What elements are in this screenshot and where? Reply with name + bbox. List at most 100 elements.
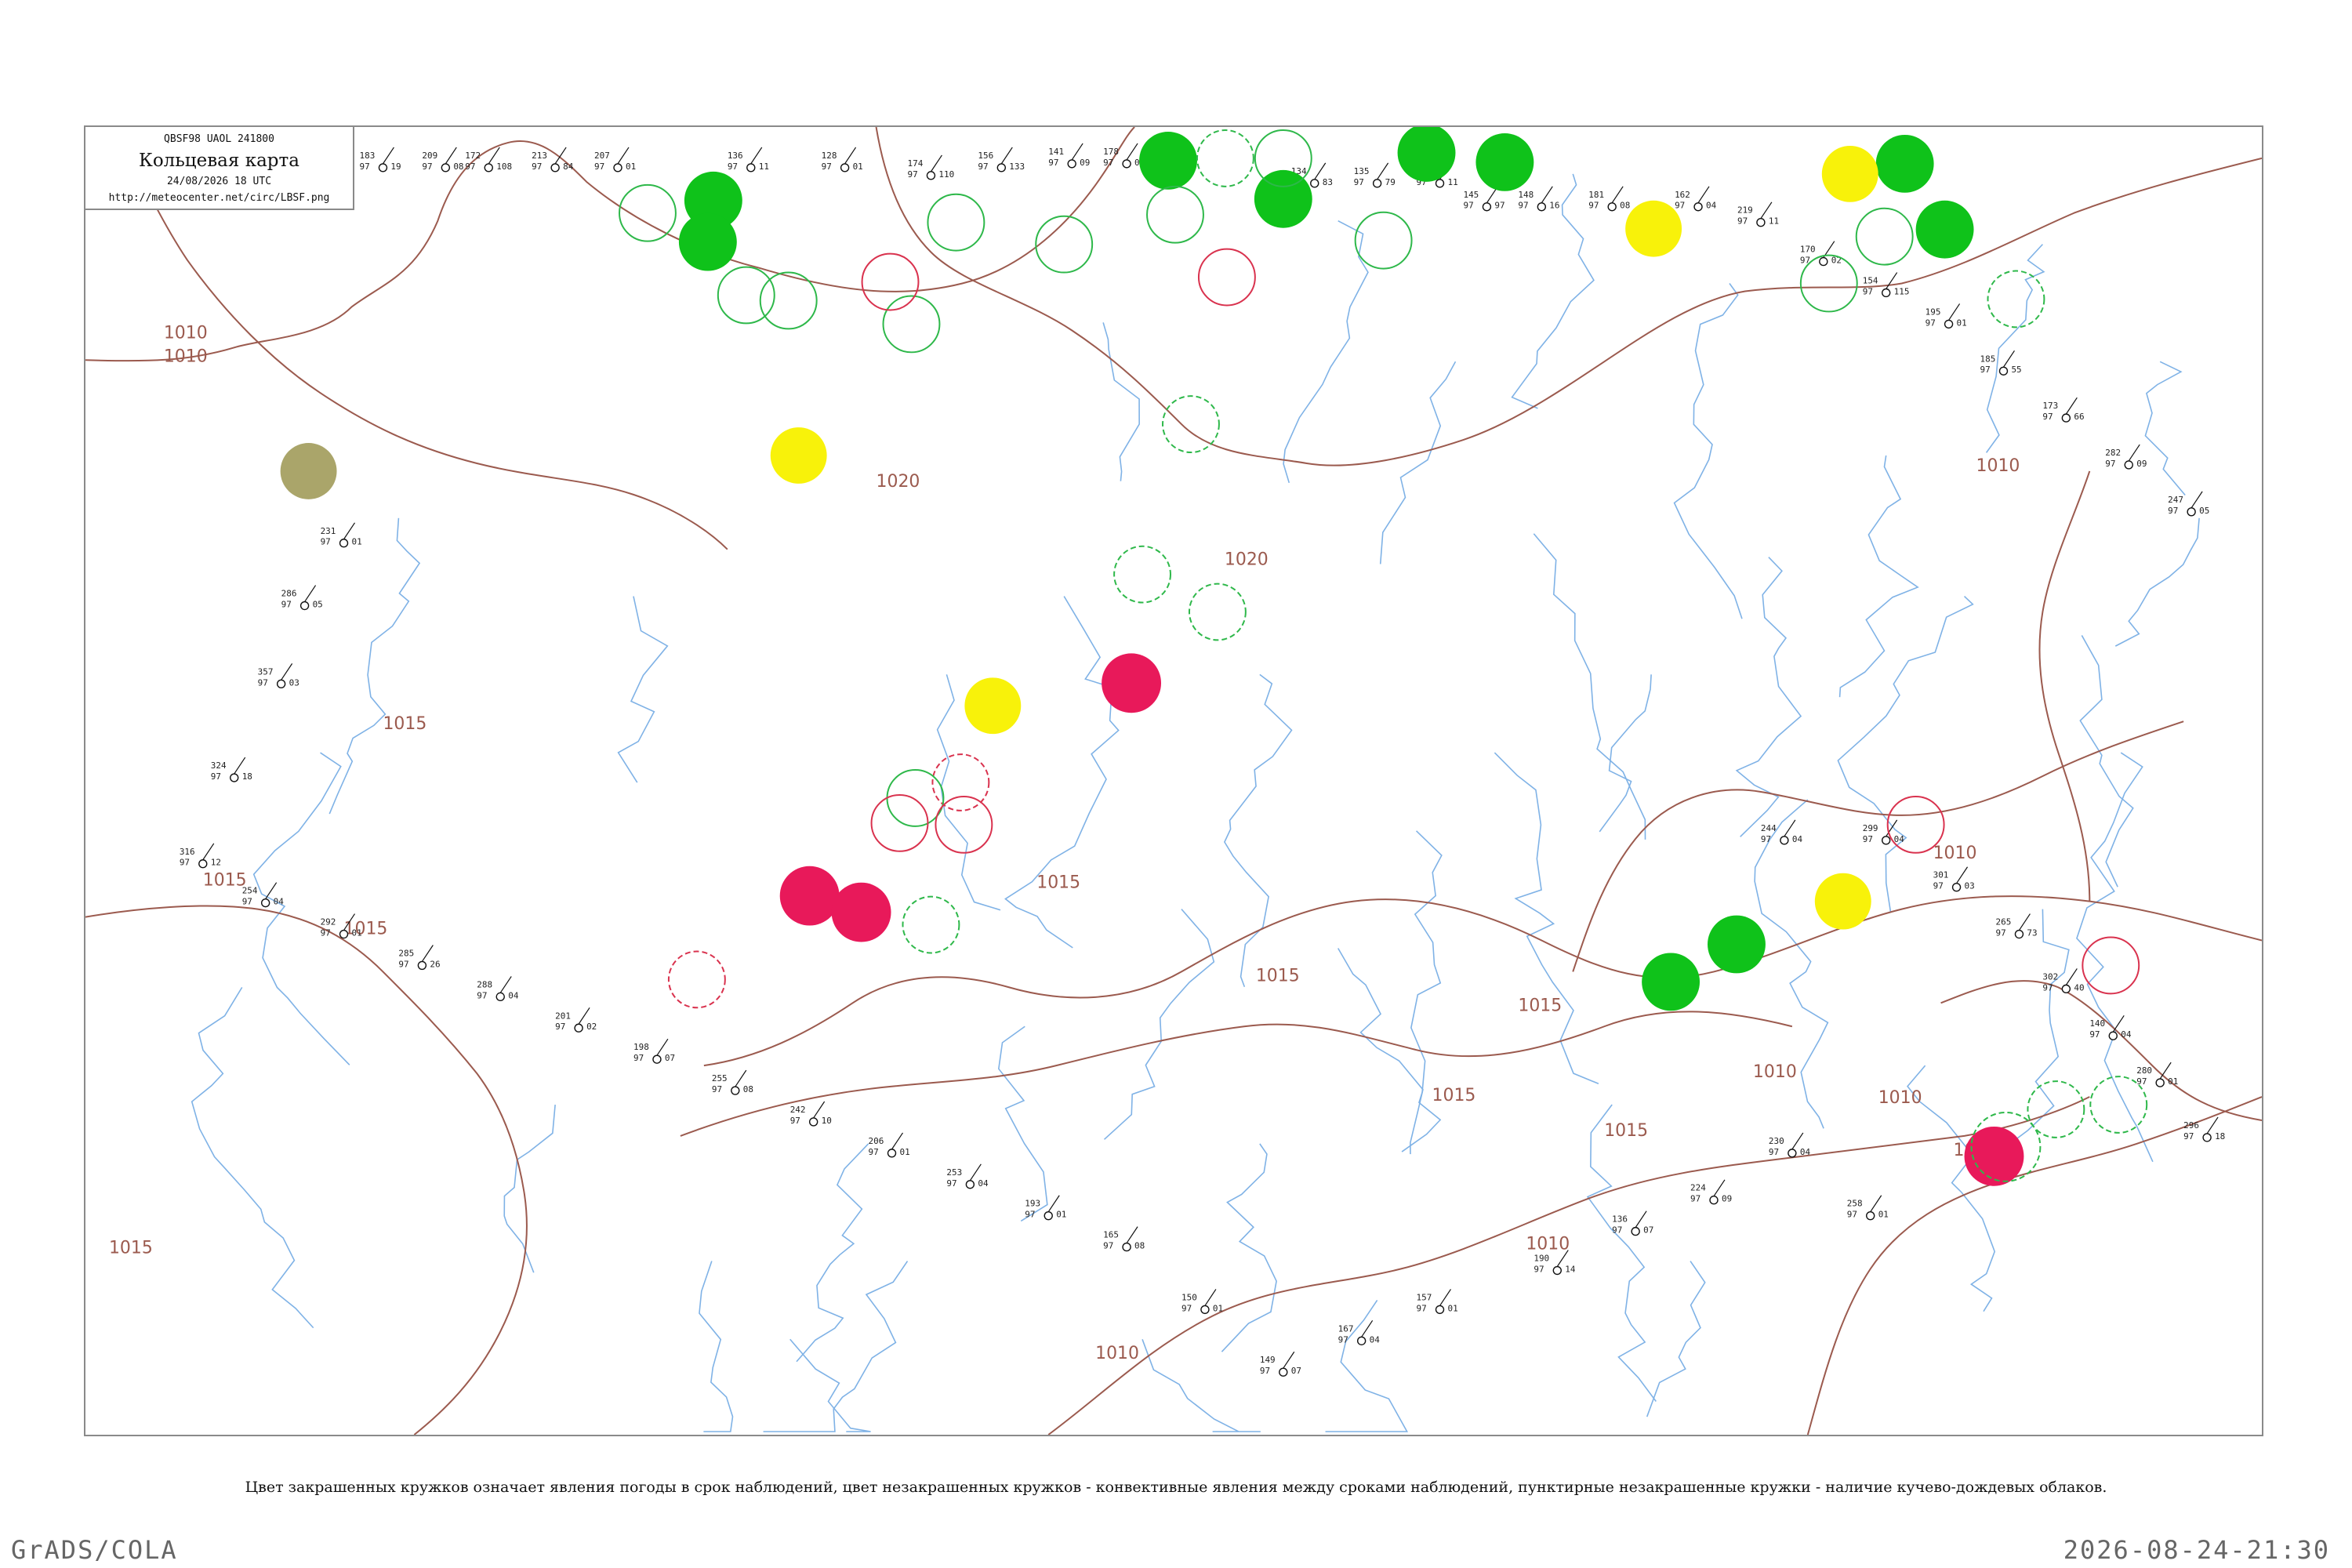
station-tendency: 08 <box>453 162 463 172</box>
station-temp: 219 <box>1737 205 1753 216</box>
station-circle <box>926 171 936 180</box>
isobar-label: 1010 <box>1976 456 2020 476</box>
station-circle <box>652 1054 662 1064</box>
station-circle <box>1435 179 1445 188</box>
station-code: 97 <box>1612 1225 1622 1236</box>
station-plots: 18397 1920997 0817297 10821397 8420797 011369… <box>180 143 2225 1377</box>
station-circle <box>746 163 756 172</box>
river-line <box>1838 455 1919 698</box>
convective-ring <box>1035 215 1094 274</box>
station-plot: 19597 01 <box>1926 303 1967 329</box>
station-plot: 24297 10 <box>790 1101 832 1127</box>
station-code: 97 <box>1103 1241 1113 1251</box>
station-code: 97 <box>1737 216 1748 227</box>
station-code: 97 <box>477 990 487 1000</box>
filled-weather-circle <box>1875 134 1934 193</box>
river-line <box>1103 909 1215 1140</box>
station-code: 97 <box>946 1178 956 1189</box>
station-tendency: 04 <box>1894 834 1905 844</box>
river-line <box>617 596 669 783</box>
station-tendency: 01 <box>352 537 362 547</box>
station-code: 97 <box>712 1084 722 1094</box>
station-circle <box>887 1149 897 1158</box>
station-code: 97 <box>907 169 917 180</box>
isobar-label: 1015 <box>1036 873 1080 893</box>
station-plot: 24797 05 <box>2168 491 2209 517</box>
isobar-label: 1010 <box>164 323 208 343</box>
station-circle <box>1067 159 1076 169</box>
station-temp: 170 <box>1800 245 1816 255</box>
station-temp: 207 <box>594 151 610 161</box>
station-circle <box>1552 1265 1562 1276</box>
station-plot: 13697 11 <box>728 147 769 172</box>
isobar-label: 1015 <box>1256 966 1300 985</box>
station-code: 97 <box>1338 1334 1348 1345</box>
river-line <box>503 1104 556 1273</box>
station-code: 97 <box>2183 1131 2194 1142</box>
station-plot: 25597 08 <box>712 1069 753 1095</box>
legend-footnote: Цвет закрашенных кружков означает явлени… <box>245 1479 2107 1496</box>
isobar-line <box>1940 980 2262 1121</box>
station-temp: 195 <box>1926 307 1941 317</box>
station-temp: 174 <box>907 158 923 169</box>
isobar-label: 1010 <box>1753 1062 1797 1082</box>
station-code: 97 <box>2168 506 2178 516</box>
station-circle <box>378 163 388 172</box>
station-tendency: 01 <box>1878 1210 1889 1220</box>
station-code: 97 <box>1518 201 1528 211</box>
station-circle <box>613 163 622 172</box>
station-plot: 15097 01 <box>1181 1289 1223 1315</box>
station-temp: 296 <box>2183 1120 2199 1131</box>
river-line <box>1735 557 1802 837</box>
station-circle <box>1044 1210 1053 1221</box>
station-circle <box>2155 1078 2165 1087</box>
convective-ring <box>717 266 775 325</box>
station-plot: 31697 12 <box>180 843 221 869</box>
station-tendency: 04 <box>508 990 519 1000</box>
station-code: 97 <box>1933 881 1944 891</box>
station-temp: 282 <box>2105 448 2121 458</box>
station-temp: 154 <box>1863 276 1878 286</box>
station-temp: 265 <box>1995 917 2011 927</box>
station-circle <box>1537 202 1547 212</box>
convective-ring <box>1197 248 1256 307</box>
convective-ring <box>1146 185 1204 244</box>
station-code: 97 <box>465 162 475 172</box>
river-line <box>1379 361 1457 564</box>
river-line <box>2079 635 2134 887</box>
station-code: 97 <box>242 897 252 907</box>
river-line <box>2144 361 2186 495</box>
station-plot: 12897 01 <box>822 147 863 172</box>
station-plot: 21997 11 <box>1737 201 1779 227</box>
station-plot: 14097 04 <box>2089 1014 2132 1040</box>
station-temp: 190 <box>1534 1254 1549 1264</box>
station-plot: 1789703 <box>1103 143 1145 169</box>
station-tendency: 66 <box>2074 412 2084 422</box>
station-temp: 247 <box>2168 495 2183 505</box>
station-circle <box>1866 1210 1875 1221</box>
station-temp: 209 <box>422 151 437 161</box>
filled-weather-circle <box>1397 127 1456 182</box>
station-tendency: 02 <box>586 1022 597 1032</box>
station-circle <box>1944 319 1954 329</box>
station-plot: 14197 09 <box>1048 143 1090 169</box>
station-circle <box>484 163 493 172</box>
station-plot: 17397 66 <box>2042 397 2085 423</box>
station-circle <box>996 163 1007 172</box>
station-temp: 178 <box>1103 147 1119 157</box>
station-temp: 198 <box>633 1042 649 1052</box>
station-plot: 28897 04 <box>477 976 519 1002</box>
station-circle <box>1951 882 1962 892</box>
convective-ring <box>619 183 677 242</box>
station-tendency: 08 <box>1134 1241 1145 1251</box>
station-temp: 286 <box>281 589 297 599</box>
station-temp: 162 <box>1675 190 1690 200</box>
convective-ring <box>2082 936 2140 995</box>
station-code: 97 <box>321 537 331 547</box>
station-code: 97 <box>532 162 542 172</box>
station-tendency: 08 <box>1620 201 1630 211</box>
station-circle <box>965 1180 975 1189</box>
map-header: QBSF98 UAOL 241800 Кольцевая карта 24/08… <box>84 125 354 210</box>
station-code: 97 <box>1025 1210 1035 1220</box>
isobar-label: 1020 <box>877 472 920 492</box>
